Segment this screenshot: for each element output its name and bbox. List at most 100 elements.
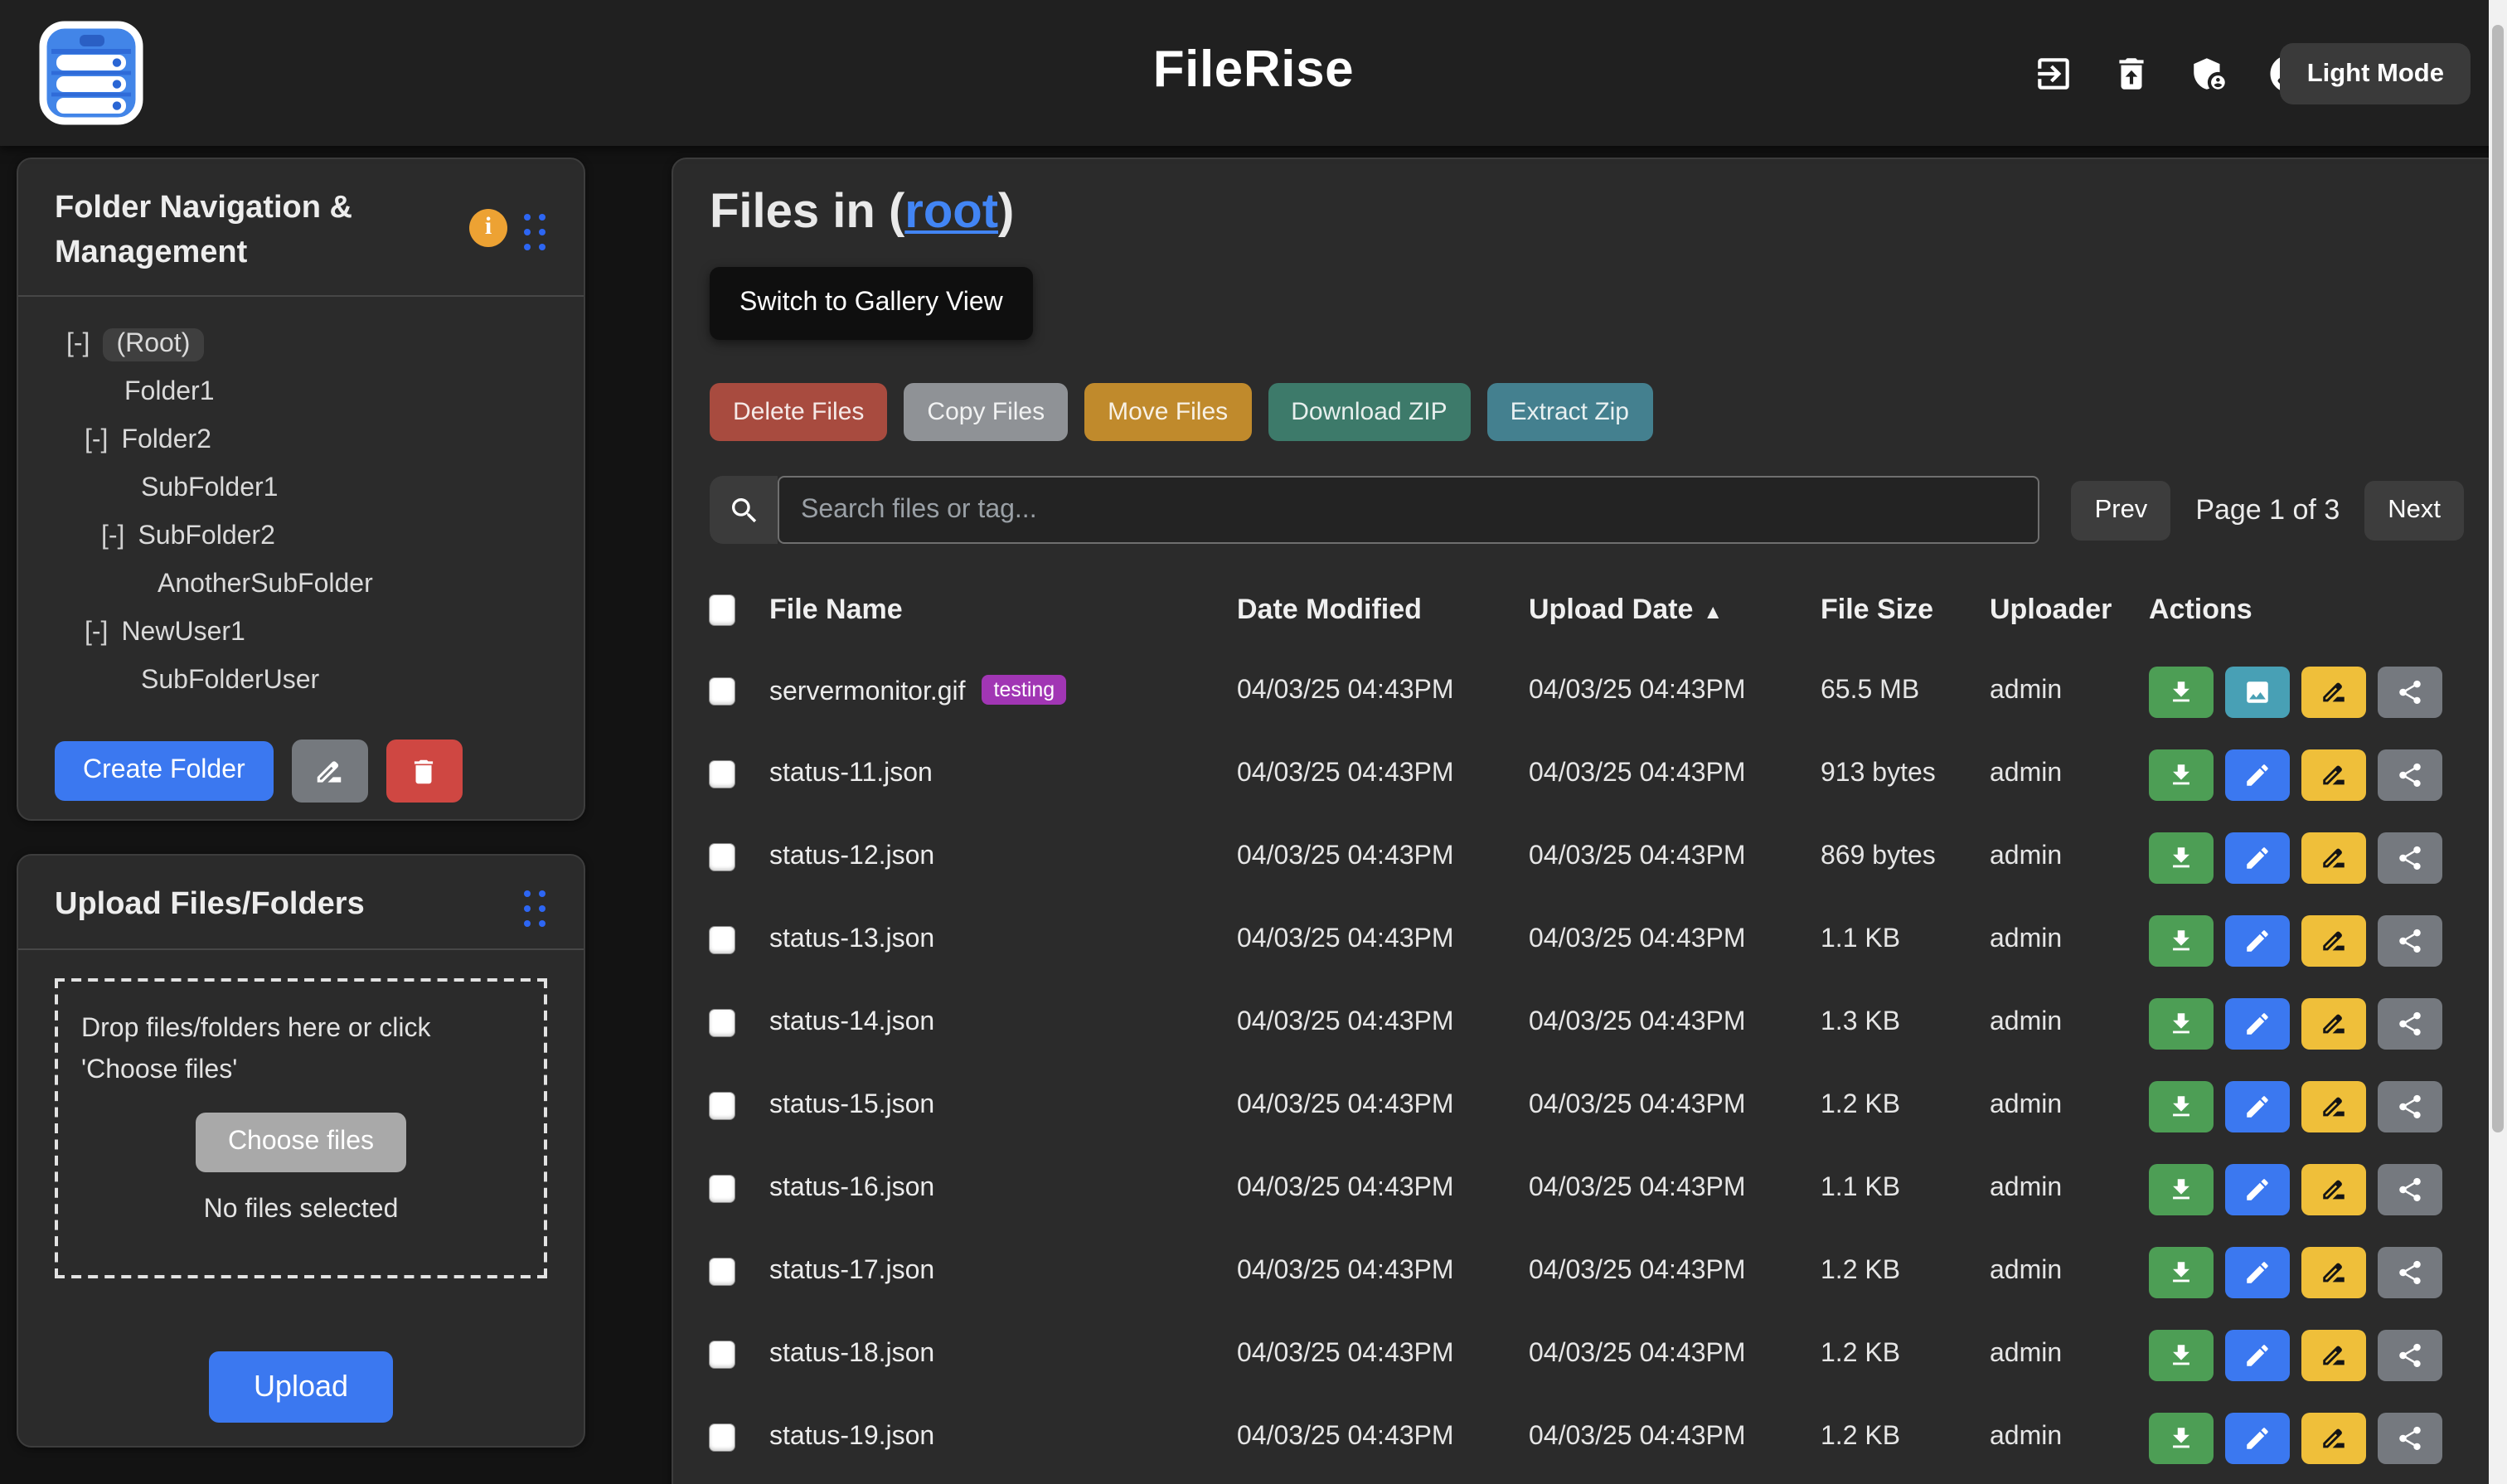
file-name[interactable]: status-19.json <box>769 1423 934 1451</box>
file-name[interactable]: status-13.json <box>769 925 934 953</box>
rename-button[interactable] <box>2301 666 2366 717</box>
download-button[interactable] <box>2149 1246 2214 1297</box>
edit-button[interactable] <box>2225 832 2290 883</box>
choose-files-button[interactable]: Choose files <box>196 1113 405 1172</box>
upload-button[interactable]: Upload <box>209 1351 393 1423</box>
logout-icon[interactable] <box>2033 52 2074 94</box>
row-checkbox[interactable] <box>710 678 735 705</box>
download-button[interactable] <box>2149 1163 2214 1215</box>
file-name[interactable]: status-14.json <box>769 1008 934 1036</box>
preview-image-button[interactable] <box>2225 666 2290 717</box>
file-name[interactable]: status-18.json <box>769 1340 934 1368</box>
collapse-marker[interactable]: [-] <box>101 521 124 551</box>
download-button[interactable] <box>2149 749 2214 800</box>
file-name[interactable]: status-17.json <box>769 1257 934 1285</box>
row-checkbox[interactable] <box>710 1010 735 1036</box>
switch-gallery-view-button[interactable]: Switch to Gallery View <box>710 267 1033 340</box>
edit-button[interactable] <box>2225 1329 2290 1380</box>
rename-button[interactable] <box>2301 1329 2366 1380</box>
collapse-marker[interactable]: [-] <box>85 618 108 647</box>
download-button[interactable] <box>2149 914 2214 966</box>
row-checkbox[interactable] <box>710 844 735 871</box>
collapse-marker[interactable]: [-] <box>85 425 108 455</box>
light-mode-button[interactable]: Light Mode <box>2281 43 2471 104</box>
rename-button[interactable] <box>2301 914 2366 966</box>
download-button[interactable] <box>2149 1412 2214 1463</box>
download-button[interactable] <box>2149 832 2214 883</box>
info-icon[interactable]: i <box>469 209 507 247</box>
tree-item-folder2[interactable]: [-] Folder2 <box>55 416 547 464</box>
row-checkbox[interactable] <box>710 1093 735 1119</box>
edit-button[interactable] <box>2225 1412 2290 1463</box>
col-header-uploader[interactable]: Uploader <box>1990 594 2149 627</box>
share-button[interactable] <box>2378 1163 2442 1215</box>
next-page-button[interactable]: Next <box>2364 480 2464 540</box>
row-checkbox[interactable] <box>710 1258 735 1285</box>
rename-button[interactable] <box>2301 1246 2366 1297</box>
share-button[interactable] <box>2378 1080 2442 1132</box>
file-name[interactable]: servermonitor.gif <box>769 678 966 706</box>
scrollbar-thumb[interactable] <box>2492 25 2504 1132</box>
root-folder-link[interactable]: root <box>904 186 998 239</box>
tree-item-subfolder2[interactable]: [-] SubFolder2 <box>55 512 547 560</box>
share-button[interactable] <box>2378 997 2442 1049</box>
select-all-checkbox[interactable] <box>710 595 735 625</box>
share-button[interactable] <box>2378 832 2442 883</box>
row-checkbox[interactable] <box>710 1424 735 1451</box>
share-button[interactable] <box>2378 1329 2442 1380</box>
row-checkbox[interactable] <box>710 1341 735 1368</box>
tree-item-subfolder1[interactable]: SubFolder1 <box>55 464 547 512</box>
share-button[interactable] <box>2378 749 2442 800</box>
tree-item-folder1[interactable]: Folder1 <box>55 368 547 416</box>
drag-handle-icon[interactable] <box>524 214 547 252</box>
delete-files-button[interactable]: Delete Files <box>710 383 887 441</box>
share-button[interactable] <box>2378 1412 2442 1463</box>
drag-handle-icon[interactable] <box>524 890 547 929</box>
tree-item-subfolderuser[interactable]: SubFolderUser <box>55 657 547 705</box>
rename-button[interactable] <box>2301 749 2366 800</box>
row-checkbox[interactable] <box>710 761 735 788</box>
tree-item-newuser1[interactable]: [-] NewUser1 <box>55 609 547 657</box>
row-checkbox[interactable] <box>710 927 735 953</box>
file-dropzone[interactable]: Drop files/folders here or click 'Choose… <box>55 978 547 1278</box>
move-files-button[interactable]: Move Files <box>1084 383 1251 441</box>
collapse-marker[interactable]: [-] <box>66 329 90 359</box>
download-button[interactable] <box>2149 666 2214 717</box>
edit-button[interactable] <box>2225 914 2290 966</box>
edit-button[interactable] <box>2225 997 2290 1049</box>
page-scrollbar[interactable] <box>2489 0 2507 1484</box>
download-zip-button[interactable]: Download ZIP <box>1268 383 1470 441</box>
delete-folder-button[interactable] <box>386 740 463 803</box>
col-header-size[interactable]: File Size <box>1821 594 1990 627</box>
file-name[interactable]: status-11.json <box>769 759 933 788</box>
share-button[interactable] <box>2378 666 2442 717</box>
download-button[interactable] <box>2149 997 2214 1049</box>
col-header-modified[interactable]: Date Modified <box>1237 594 1529 627</box>
restore-trash-icon[interactable] <box>2111 52 2152 94</box>
tree-item-anothersubfolder[interactable]: AnotherSubFolder <box>55 560 547 609</box>
download-button[interactable] <box>2149 1080 2214 1132</box>
rename-button[interactable] <box>2301 1163 2366 1215</box>
share-button[interactable] <box>2378 914 2442 966</box>
row-checkbox[interactable] <box>710 1176 735 1202</box>
rename-button[interactable] <box>2301 1412 2366 1463</box>
create-folder-button[interactable]: Create Folder <box>55 741 274 801</box>
prev-page-button[interactable]: Prev <box>2072 480 2171 540</box>
download-button[interactable] <box>2149 1329 2214 1380</box>
file-name[interactable]: status-12.json <box>769 842 934 871</box>
edit-button[interactable] <box>2225 1246 2290 1297</box>
file-name[interactable]: status-15.json <box>769 1091 934 1119</box>
extract-zip-button[interactable]: Extract Zip <box>1487 383 1652 441</box>
search-input[interactable] <box>778 476 2040 544</box>
edit-button[interactable] <box>2225 749 2290 800</box>
copy-files-button[interactable]: Copy Files <box>904 383 1068 441</box>
tree-item-root[interactable]: [-] (Root) <box>55 320 547 368</box>
col-header-uploaded[interactable]: Upload Date▲ <box>1529 594 1821 627</box>
file-name[interactable]: status-16.json <box>769 1174 934 1202</box>
col-header-name[interactable]: File Name <box>769 594 1237 627</box>
admin-shield-icon[interactable] <box>2189 52 2230 94</box>
rename-button[interactable] <box>2301 997 2366 1049</box>
edit-button[interactable] <box>2225 1080 2290 1132</box>
share-button[interactable] <box>2378 1246 2442 1297</box>
rename-button[interactable] <box>2301 832 2366 883</box>
